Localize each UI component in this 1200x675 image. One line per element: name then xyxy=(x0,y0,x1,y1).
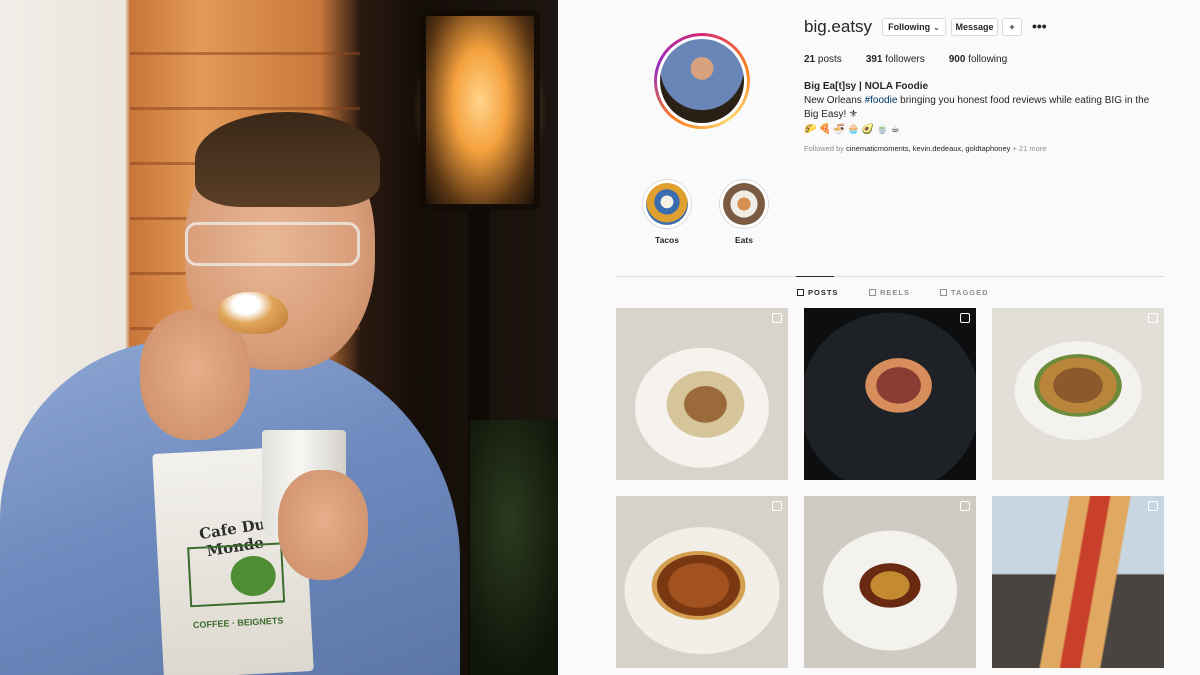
profile-photo-banner: Cafe Du Monde COFFEE · BEIGNETS xyxy=(0,0,558,675)
foliage xyxy=(470,420,558,675)
bio-emojis: 🌮🍕🍜🧁🥑🍵☕ xyxy=(804,124,902,135)
followers-label: followers xyxy=(885,54,925,65)
posts-label: posts xyxy=(817,54,842,65)
following-label: following xyxy=(968,54,1008,65)
followers-count: 391 xyxy=(865,54,883,65)
posts-count: 21 xyxy=(804,54,816,65)
bag-tagline: COFFEE · BEIGNETS xyxy=(192,615,284,631)
following-button[interactable]: Following ⌄ xyxy=(882,18,946,36)
tab-tagged[interactable]: TAGGED xyxy=(940,288,989,297)
suggest-users-button[interactable]: + xyxy=(1002,18,1022,36)
followed-by-more: + 21 more xyxy=(1010,144,1047,153)
post-tile[interactable] xyxy=(992,496,1164,668)
following-stat[interactable]: 900 following xyxy=(949,54,1007,65)
reel-icon xyxy=(960,501,970,511)
more-options-icon[interactable]: ••• xyxy=(1032,17,1048,37)
carousel-icon xyxy=(960,313,970,323)
followed-by-prefix: Followed by xyxy=(804,144,847,153)
tab-tagged-label: TAGGED xyxy=(951,288,989,297)
reel-icon xyxy=(1148,501,1158,511)
reel-icon xyxy=(772,501,782,511)
followed-by[interactable]: Followed by cinematicmoments, kevin.dede… xyxy=(804,142,1164,156)
tab-posts[interactable]: POSTS xyxy=(797,288,838,297)
highlight-tacos[interactable]: Tacos xyxy=(642,179,692,245)
post-tile[interactable] xyxy=(616,496,788,668)
hashtag-link[interactable]: #foodie xyxy=(865,95,898,106)
gas-lantern xyxy=(420,10,540,210)
post-tile[interactable] xyxy=(616,308,788,480)
bio-text: New Orleans #foodie bringing you honest … xyxy=(804,94,1164,122)
grid-icon xyxy=(797,289,804,296)
profile-avatar[interactable] xyxy=(654,33,750,129)
reel-icon xyxy=(1148,313,1158,323)
tagged-icon xyxy=(940,289,947,296)
carousel-icon xyxy=(772,313,782,323)
followers-stat[interactable]: 391 followers xyxy=(866,54,925,65)
reels-icon xyxy=(869,289,876,296)
following-count: 900 xyxy=(948,54,966,65)
posts-grid xyxy=(616,308,1164,675)
hand-right xyxy=(278,470,368,580)
bio-text-start: New Orleans xyxy=(804,95,865,106)
tabs-divider xyxy=(616,276,1164,277)
followed-by-names: cinematicmoments, kevin.dedeaux, goldtap… xyxy=(846,144,1011,153)
tab-reels-label: REELS xyxy=(880,288,911,297)
post-tile[interactable] xyxy=(804,308,976,480)
highlight-cover xyxy=(723,183,765,225)
beignet xyxy=(218,292,288,334)
chevron-down-icon: ⌄ xyxy=(933,22,940,32)
posts-stat: 21 posts xyxy=(804,54,842,65)
highlight-label: Eats xyxy=(735,235,753,245)
bag-illustration xyxy=(187,542,286,608)
message-button[interactable]: Message xyxy=(951,18,998,36)
profile-stats: 21 posts 391 followers 900 following xyxy=(804,54,1007,65)
active-tab-indicator xyxy=(796,276,834,277)
tab-posts-label: POSTS xyxy=(808,288,839,297)
avatar-image xyxy=(660,39,744,123)
person-hair xyxy=(195,112,380,207)
bio-display-name: Big Ea[t]sy | NOLA Foodie xyxy=(804,81,929,92)
profile-bio: Big Ea[t]sy | NOLA Foodie New Orleans #f… xyxy=(804,80,1164,156)
profile-username: big.eatsy xyxy=(804,17,873,36)
post-tile[interactable] xyxy=(992,308,1164,480)
eyeglasses xyxy=(185,222,360,266)
highlight-label: Tacos xyxy=(655,235,679,245)
highlight-cover xyxy=(646,183,688,225)
instagram-profile: big.eatsy Following ⌄ Message + ••• 21 p… xyxy=(558,0,1200,675)
post-tile[interactable] xyxy=(804,496,976,668)
add-user-icon: + xyxy=(1009,22,1015,32)
highlight-eats[interactable]: Eats xyxy=(719,179,769,245)
tab-reels[interactable]: REELS xyxy=(869,288,910,297)
following-button-label: Following xyxy=(888,22,931,32)
